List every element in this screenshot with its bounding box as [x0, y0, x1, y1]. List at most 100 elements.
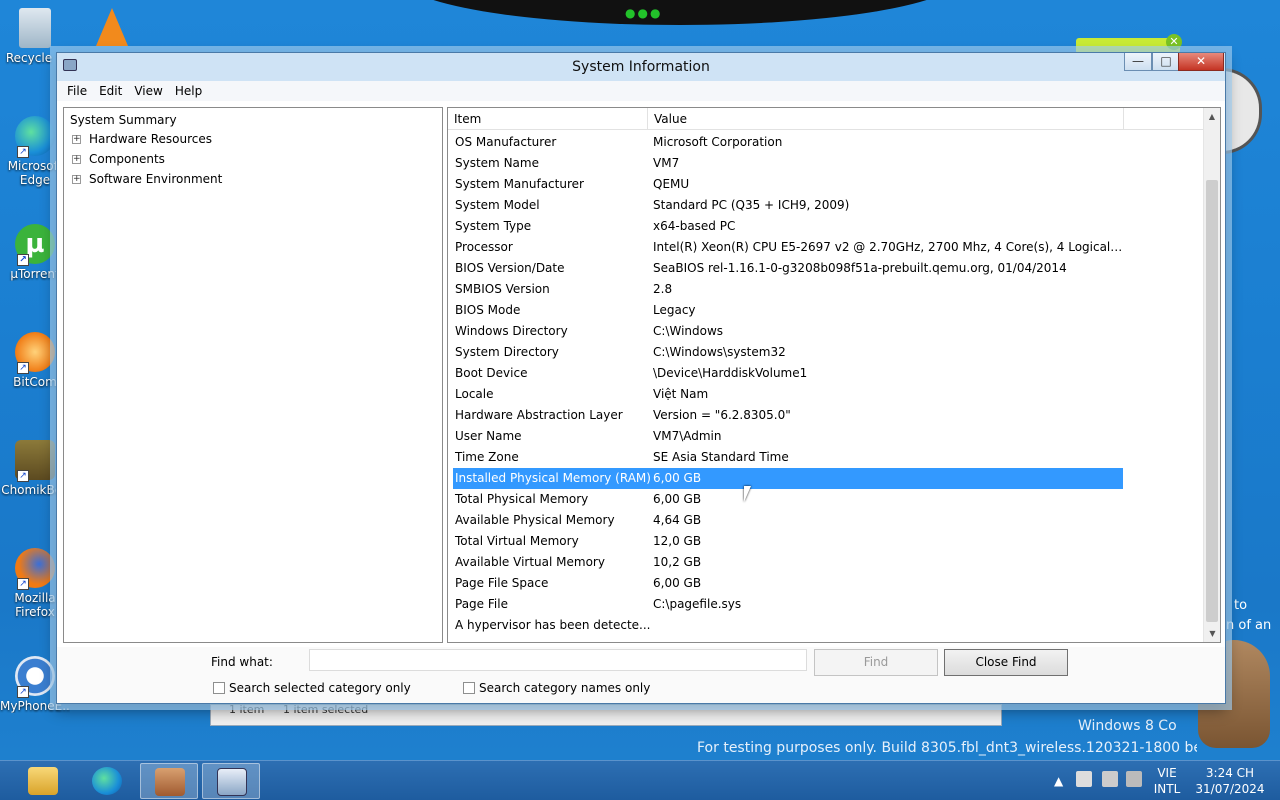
table-row[interactable]: Boot Device \Device\HarddiskVolume1 — [453, 363, 1123, 384]
expand-icon[interactable]: + — [72, 174, 81, 184]
row-item: A hypervisor has been detecte... — [455, 618, 651, 632]
table-row[interactable]: SMBIOS Version 2.8 — [453, 279, 1123, 300]
close-find-button[interactable]: Close Find — [944, 649, 1068, 676]
row-item: Boot Device — [455, 366, 528, 380]
table-row[interactable]: A hypervisor has been detecte... — [453, 615, 1123, 636]
row-value: Legacy — [653, 303, 696, 317]
table-row[interactable]: Locale Việt Nam — [453, 384, 1123, 405]
tree-item-label: Software Environment — [89, 172, 223, 186]
gadget-close-icon[interactable]: ✕ — [1166, 34, 1182, 50]
checkbox-label: Search category names only — [479, 681, 651, 695]
table-row[interactable]: OS Manufacturer Microsoft Corporation — [453, 132, 1123, 153]
column-header-value[interactable]: Value — [648, 108, 1124, 130]
row-value: 2.8 — [653, 282, 673, 296]
row-item: Page File — [455, 597, 508, 611]
row-item: Locale — [455, 387, 494, 401]
table-row[interactable]: Page File C:\pagefile.sys — [453, 594, 1123, 615]
row-item: SMBIOS Version — [455, 282, 550, 296]
system-information-window: System Information — □ ✕ File Edit View … — [56, 52, 1226, 704]
maximize-button[interactable]: □ — [1152, 53, 1180, 71]
volume-icon[interactable] — [1126, 771, 1142, 787]
desktop-icon-vlc[interactable] — [88, 8, 136, 49]
taskbar-edge[interactable] — [78, 763, 136, 799]
table-row[interactable]: Processor Intel(R) Xeon(R) CPU E5-2697 v2… — [453, 237, 1123, 258]
table-row[interactable]: Available Physical Memory 4,64 GB — [453, 510, 1123, 531]
row-value: 6,00 GB — [653, 576, 702, 590]
expand-icon[interactable]: + — [72, 134, 81, 144]
bitcomet-icon: ↗ — [15, 332, 55, 374]
checkbox-box[interactable] — [213, 682, 225, 694]
checkbox-box[interactable] — [463, 682, 475, 694]
tree-item-label: Components — [89, 152, 165, 166]
table-row[interactable]: System Manufacturer QEMU — [453, 174, 1123, 195]
language-code: VIE — [1157, 766, 1177, 780]
taskbar-system-information[interactable] — [202, 763, 260, 799]
row-value: VM7 — [653, 156, 680, 170]
shortcut-arrow-icon: ↗ — [17, 470, 29, 482]
taskbar-installer[interactable] — [140, 763, 198, 799]
search-category-names-checkbox[interactable]: Search category names only — [463, 681, 650, 695]
side-text-1: to — [1234, 598, 1248, 613]
clock-date: 31/07/2024 — [1195, 782, 1265, 796]
tree-item-software-environment[interactable]: + Software Environment — [68, 169, 438, 189]
scroll-up-icon[interactable]: ▲ — [1204, 108, 1220, 125]
table-row[interactable]: Page File Space 6,00 GB — [453, 573, 1123, 594]
table-row[interactable]: System Model Standard PC (Q35 + ICH9, 200… — [453, 195, 1123, 216]
status-count: 1 item — [229, 703, 265, 716]
watermark-build: For testing purposes only. Build 8305.fb… — [697, 740, 1197, 756]
table-row[interactable]: BIOS Version/Date SeaBIOS rel-1.16.1-0-g3… — [453, 258, 1123, 279]
row-value: Intel(R) Xeon(R) CPU E5-2697 v2 @ 2.70GH… — [653, 240, 1123, 254]
menu-edit[interactable]: Edit — [93, 84, 128, 98]
shortcut-arrow-icon: ↗ — [17, 686, 29, 698]
row-item: Total Physical Memory — [455, 492, 589, 506]
menu-view[interactable]: View — [128, 84, 168, 98]
scroll-down-icon[interactable]: ▼ — [1204, 625, 1220, 642]
row-value: C:\pagefile.sys — [653, 597, 742, 611]
table-row[interactable]: Hardware Abstraction Layer Version = "6.2… — [453, 405, 1123, 426]
action-center-icon[interactable] — [1076, 771, 1092, 787]
row-value: C:\Windows — [653, 324, 724, 338]
scroll-thumb[interactable] — [1206, 180, 1218, 622]
search-selected-category-checkbox[interactable]: Search selected category only — [213, 681, 411, 695]
network-icon[interactable] — [1102, 771, 1118, 787]
system-information-icon — [217, 768, 247, 796]
row-value: 6,00 GB — [653, 492, 702, 506]
close-button[interactable]: ✕ — [1178, 53, 1224, 71]
table-row[interactable]: Installed Physical Memory (RAM) 6,00 GB — [453, 468, 1123, 489]
expand-icon[interactable]: + — [72, 154, 81, 164]
clock-gadget — [1222, 68, 1262, 154]
side-text-2: n of an — [1226, 618, 1272, 633]
taskbar-file-explorer[interactable] — [14, 763, 72, 799]
find-button[interactable]: Find — [814, 649, 938, 676]
vlc-icon — [96, 8, 128, 46]
column-header-item[interactable]: Item — [448, 108, 648, 130]
menu-bar: File Edit View Help — [57, 81, 1225, 101]
table-row[interactable]: Total Virtual Memory 12,0 GB — [453, 531, 1123, 552]
tree-item-components[interactable]: + Components — [68, 149, 438, 169]
input-language[interactable]: VIE INTL — [1152, 765, 1182, 797]
tray-chevron-icon[interactable]: ▲ — [1054, 773, 1063, 789]
find-input[interactable] — [309, 649, 807, 671]
menu-file[interactable]: File — [61, 84, 93, 98]
table-row[interactable]: Windows Directory C:\Windows — [453, 321, 1123, 342]
tree-item-hardware-resources[interactable]: + Hardware Resources — [68, 129, 438, 149]
menu-help[interactable]: Help — [169, 84, 208, 98]
minimize-button[interactable]: — — [1124, 53, 1152, 71]
table-row[interactable]: System Directory C:\Windows\system32 — [453, 342, 1123, 363]
table-row[interactable]: User Name VM7\Admin — [453, 426, 1123, 447]
shortcut-arrow-icon: ↗ — [17, 146, 29, 158]
vertical-scrollbar[interactable]: ▲ ▼ — [1203, 108, 1220, 642]
title-bar[interactable]: System Information — □ ✕ — [57, 53, 1225, 81]
clock[interactable]: 3:24 CH 31/07/2024 — [1192, 765, 1268, 797]
table-row[interactable]: BIOS Mode Legacy — [453, 300, 1123, 321]
table-row[interactable]: System Type x64-based PC — [453, 216, 1123, 237]
row-item: System Directory — [455, 345, 559, 359]
table-row[interactable]: Time Zone SE Asia Standard Time — [453, 447, 1123, 468]
table-row[interactable]: System Name VM7 — [453, 153, 1123, 174]
installer-icon — [155, 768, 185, 796]
table-row[interactable]: Total Physical Memory 6,00 GB — [453, 489, 1123, 510]
row-item: Processor — [455, 240, 513, 254]
table-row[interactable]: Available Virtual Memory 10,2 GB — [453, 552, 1123, 573]
list-rows: OS Manufacturer Microsoft Corporation Syst… — [453, 132, 1123, 636]
tree-item-system-summary[interactable]: System Summary — [68, 111, 438, 129]
